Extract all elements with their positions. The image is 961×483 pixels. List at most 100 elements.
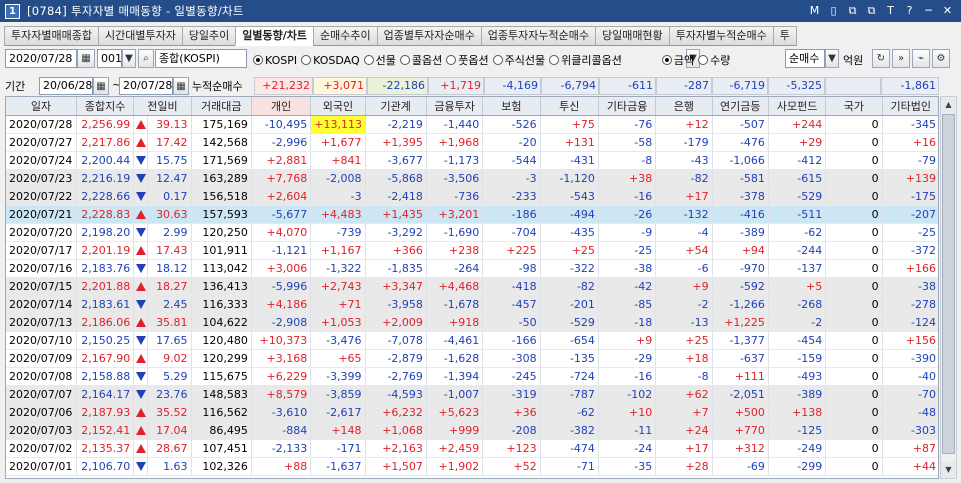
calendar-icon[interactable]: ▦ bbox=[77, 49, 95, 68]
hdr-trust[interactable]: 투신 bbox=[540, 97, 599, 116]
radio-kosdaq[interactable]: KOSDAQ bbox=[301, 52, 360, 68]
table-row[interactable]: 2020/07/15 2,201.88 18.27 136,413 -5,996 +2,7… bbox=[6, 277, 938, 296]
hdr-institution[interactable]: 기관계 bbox=[365, 97, 427, 116]
table-row[interactable]: 2020/07/24 2,200.44 15.75 171,569 +2,881 +841… bbox=[6, 151, 938, 170]
scroll-up-icon[interactable]: ▲ bbox=[941, 97, 956, 113]
down-arrow-icon bbox=[133, 223, 149, 242]
vertical-scrollbar[interactable]: ▲ ▼ bbox=[940, 96, 957, 479]
table-row[interactable]: 2020/07/02 2,135.37 28.67 107,451 -2,133 -171… bbox=[6, 439, 938, 458]
tab-investor-cum-net-buy[interactable]: 투자자별누적순매수 bbox=[668, 26, 774, 46]
table-row[interactable]: 2020/07/14 2,183.61 2.45 116,333 +4,186 +71 -3… bbox=[6, 295, 938, 314]
table-cell: -1,173 bbox=[426, 151, 484, 170]
code-input[interactable]: 001 bbox=[97, 49, 122, 68]
period-bar: 기간 20/06/28 ▦ ~ 20/07/28 ▦ 누적순매수 +21,232… bbox=[0, 77, 961, 95]
hdr-date[interactable]: 일자 bbox=[6, 97, 77, 116]
radio-stock-futures[interactable]: 주식선물 bbox=[492, 52, 545, 68]
table-row[interactable]: 2020/07/23 2,216.19 12.47 163,289 +7,768 -2,0… bbox=[6, 169, 938, 188]
table-row[interactable]: 2020/07/20 2,198.20 2.99 120,250 +4,070 -739-… bbox=[6, 223, 938, 242]
table-row[interactable]: 2020/07/22 2,228.66 0.17 156,518 +2,604 -3 -2,… bbox=[6, 187, 938, 206]
chart-icon[interactable]: ⌁ bbox=[912, 49, 930, 68]
date-input[interactable]: 2020/07/28 bbox=[5, 49, 77, 68]
tab-intraday[interactable]: 당일추이 bbox=[181, 26, 237, 46]
table-row[interactable]: 2020/07/07 2,164.17 23.76 148,583 +8,579 -3,8… bbox=[6, 385, 938, 404]
table-cell: 104,622 bbox=[191, 313, 252, 332]
hdr-volume[interactable]: 거래대금 bbox=[191, 97, 252, 116]
hdr-government[interactable]: 국가 bbox=[825, 97, 883, 116]
screen-icon[interactable]: ▯ bbox=[826, 3, 841, 18]
table-row[interactable]: 2020/07/03 2,152.41 17.04 86,495 -884 +148 +1,… bbox=[6, 421, 938, 440]
table-row[interactable]: 2020/07/27 2,217.86 17.42 142,568 -2,996 +1,6… bbox=[6, 133, 938, 152]
table-cell: 157,593 bbox=[191, 205, 252, 224]
table-row[interactable]: 2020/07/16 2,183.76 18.12 113,042 +3,006 -1,3… bbox=[6, 259, 938, 278]
table-row[interactable]: 2020/07/06 2,187.93 35.52 116,562 -3,610 -2,6… bbox=[6, 403, 938, 422]
table-cell: 2.99 bbox=[147, 223, 192, 242]
settings-icon[interactable]: ⚙ bbox=[932, 49, 950, 68]
hdr-financial-invest[interactable]: 금융투자 bbox=[426, 97, 484, 116]
daily-trend-grid[interactable]: 일자 종합지수 전일비 거래대금 개인 외국인 기관계 금융투자 보험 투신 기타금융 은행 연기금등 사… bbox=[5, 96, 939, 479]
hdr-change[interactable]: 전일비 bbox=[133, 97, 192, 116]
table-row[interactable]: 2020/07/10 2,150.25 17.65 120,480 +10,373 -3,… bbox=[6, 331, 938, 350]
tab-more[interactable]: 투 bbox=[772, 26, 797, 46]
hdr-foreign[interactable]: 외국인 bbox=[310, 97, 366, 116]
table-cell: 171,569 bbox=[191, 151, 252, 170]
radio-kospi[interactable]: KOSPI bbox=[253, 52, 297, 68]
triangle-up-icon bbox=[135, 120, 146, 129]
table-cell: 35.52 bbox=[147, 403, 192, 422]
view-select[interactable]: 순매수 bbox=[785, 49, 825, 68]
refresh-icon[interactable]: ↻ bbox=[872, 49, 890, 68]
hdr-other-finance[interactable]: 기타금융 bbox=[598, 97, 657, 116]
scroll-thumb[interactable] bbox=[942, 114, 955, 454]
tab-today-trading[interactable]: 당일매매현황 bbox=[594, 26, 670, 46]
calendar-icon[interactable]: ▦ bbox=[173, 77, 189, 95]
radio-quantity[interactable]: 수량 bbox=[698, 52, 730, 68]
hdr-other-corp[interactable]: 기타법인 bbox=[882, 97, 938, 116]
table-cell: -179 bbox=[655, 133, 713, 152]
radio-weekly-call[interactable]: 위클리콜옵션 bbox=[549, 52, 622, 68]
minimize-icon[interactable]: ─ bbox=[921, 3, 936, 18]
table-row[interactable]: 2020/07/09 2,167.90 9.02 120,299 +3,168 +65 -2… bbox=[6, 349, 938, 368]
hdr-individual[interactable]: 개인 bbox=[251, 97, 312, 116]
table-row[interactable]: 2020/07/21 2,228.83 30.63 157,593 -5,677 +4,4… bbox=[6, 205, 938, 224]
radio-amount[interactable]: 금액 bbox=[661, 52, 694, 68]
tab-time-investor[interactable]: 시간대별투자자 bbox=[97, 26, 183, 46]
tab-investor-summary[interactable]: 투자자별매매종합 bbox=[4, 26, 99, 46]
link-icon[interactable]: ⧉ bbox=[845, 3, 860, 18]
next-icon[interactable]: » bbox=[892, 49, 910, 68]
table-cell: -970 bbox=[712, 259, 769, 278]
radio-dot-icon bbox=[661, 55, 672, 65]
search-icon[interactable]: ⌕ bbox=[138, 49, 154, 68]
window-titlebar[interactable]: 1 [0784] 투자자별 매매동향 - 일별동향/차트 M ▯ ⧉ ⧉ T ?… bbox=[0, 0, 961, 22]
hdr-index[interactable]: 종합지수 bbox=[76, 97, 135, 116]
hdr-private-fund[interactable]: 사모펀드 bbox=[768, 97, 827, 116]
tab-sector-cum-net-buy[interactable]: 업종투자자누적순매수 bbox=[480, 26, 596, 46]
font-size-icon[interactable]: T bbox=[883, 3, 898, 18]
copy-icon[interactable]: ⧉ bbox=[864, 3, 879, 18]
hdr-insurance[interactable]: 보험 bbox=[482, 97, 541, 116]
period-to-input[interactable]: 20/07/28 bbox=[119, 77, 173, 95]
table-cell: 2020/07/17 bbox=[6, 241, 77, 260]
tab-net-buy-trend[interactable]: 순매수추이 bbox=[313, 26, 378, 46]
chevron-down-icon[interactable]: ▼ bbox=[825, 49, 839, 68]
hdr-bank[interactable]: 은행 bbox=[655, 97, 713, 116]
table-row[interactable]: 2020/07/28 2,256.99 39.13 175,169 -10,495 +13… bbox=[6, 115, 938, 134]
radio-put-option[interactable]: 풋옵션 bbox=[446, 52, 489, 68]
chevron-down-icon[interactable]: ▼ bbox=[122, 49, 136, 68]
tab-daily-chart[interactable]: 일별동향/차트 bbox=[235, 26, 315, 46]
close-icon[interactable]: ✕ bbox=[940, 3, 955, 18]
table-cell: -2,879 bbox=[365, 349, 427, 368]
table-row[interactable]: 2020/07/08 2,158.88 5.29 115,675 +6,229 -3,39… bbox=[6, 367, 938, 386]
radio-call-option[interactable]: 콜옵션 bbox=[399, 52, 442, 68]
help-icon[interactable]: ? bbox=[902, 3, 917, 18]
calendar-icon[interactable]: ▦ bbox=[93, 77, 109, 95]
hdr-pension[interactable]: 연기금등 bbox=[712, 97, 769, 116]
table-row[interactable]: 2020/07/01 2,106.70 1.63 102,326 +88 -1,637 +1… bbox=[6, 457, 938, 476]
tab-sector-net-buy[interactable]: 업종별투자자순매수 bbox=[376, 26, 482, 46]
table-cell: 12.47 bbox=[147, 169, 192, 188]
scroll-down-icon[interactable]: ▼ bbox=[941, 462, 956, 478]
radio-futures[interactable]: 선물 bbox=[363, 52, 396, 68]
memo-icon[interactable]: M bbox=[807, 3, 822, 18]
table-row[interactable]: 2020/07/13 2,186.06 35.81 104,622 -2,908 +1,0… bbox=[6, 313, 938, 332]
period-from-input[interactable]: 20/06/28 bbox=[39, 77, 93, 95]
table-row[interactable]: 2020/07/17 2,201.19 17.43 101,911 -1,121 +1,1… bbox=[6, 241, 938, 260]
window-number-badge[interactable]: 1 bbox=[5, 3, 20, 19]
